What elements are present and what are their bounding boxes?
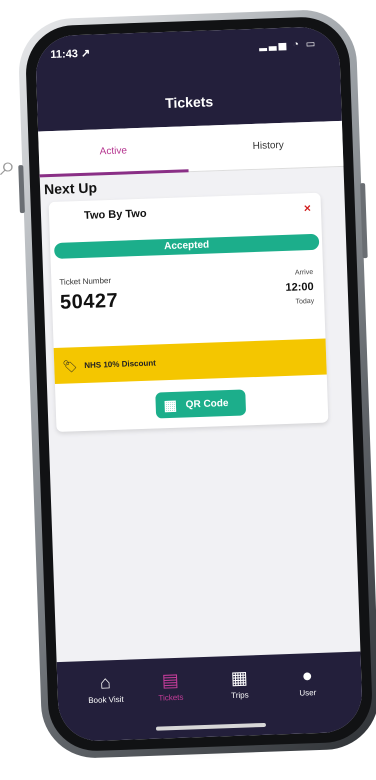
bottom-nav: ⌂ Book Visit ▤ Tickets ▦ Trips ● User (56, 651, 364, 743)
tab-active[interactable]: Active (38, 126, 188, 176)
nav-trips[interactable]: ▦ Trips (209, 667, 270, 701)
tab-history[interactable]: History (193, 121, 343, 171)
signal-icon: ▂▃▅ (258, 39, 289, 52)
ticket-icon: ▤ (161, 669, 180, 691)
nav-label: Book Visit (88, 694, 124, 706)
volume-button (18, 165, 25, 214)
nav-user[interactable]: ● User (277, 664, 338, 698)
venue-name: Two By Two (83, 207, 147, 222)
wifi-icon: ◔ (292, 39, 302, 51)
ticket-number: 50427 (59, 289, 119, 314)
close-icon[interactable]: × (304, 201, 311, 215)
arrive-label: Arrive (294, 268, 314, 277)
screen: 11:43 ↗ ▂▃▅ ◔ ▭ Tickets Active History N… (34, 25, 364, 743)
stage: ⌕ 11:43 ↗ ▂▃▅ ◔ ▭ Tickets Active History (0, 0, 376, 780)
discount-banner: 🏷 NHS 10% Discount (53, 338, 327, 385)
qr-code-label: QR Code (185, 397, 229, 411)
section-title: Next Up (43, 179, 98, 198)
nav-label: Trips (230, 690, 249, 701)
nav-book-visit[interactable]: ⌂ Book Visit (75, 671, 136, 705)
phone: 11:43 ↗ ▂▃▅ ◔ ▭ Tickets Active History N… (17, 8, 376, 760)
arrive-day: Today (295, 297, 315, 306)
venue-logo (55, 205, 78, 230)
discount-label: NHS 10% Discount (84, 358, 156, 370)
battery-icon: ▭ (305, 38, 318, 51)
home-indicator (155, 722, 267, 731)
user-icon: ● (301, 665, 314, 686)
phone-bezel: 11:43 ↗ ▂▃▅ ◔ ▭ Tickets Active History N… (24, 15, 374, 753)
ticket-number-label: Ticket Number (59, 276, 112, 287)
status-icons: ▂▃▅ ◔ ▭ (259, 39, 317, 52)
page-title: Tickets (164, 93, 214, 112)
qr-code-button[interactable]: ▦ QR Code (155, 389, 247, 419)
store-icon: ⌂ (99, 672, 112, 693)
tabs: Active History (38, 120, 344, 178)
qr-code-icon: ▦ (163, 396, 178, 414)
top-bar: 11:43 ↗ ▂▃▅ ◔ ▭ Tickets (34, 25, 342, 132)
nav-label: User (299, 688, 317, 698)
nav-label: Tickets (158, 692, 184, 703)
calendar-icon: ▦ (230, 667, 249, 689)
arrive-time: 12:00 (285, 280, 314, 294)
nav-tickets[interactable]: ▤ Tickets (140, 669, 201, 703)
status-badge: Accepted (53, 233, 320, 259)
ticket-card: Two By Two × Accepted Ticket Number 5042… (48, 192, 329, 432)
tag-icon: 🏷 (62, 359, 78, 374)
power-button (360, 183, 368, 259)
status-time: 11:43 ↗ (50, 47, 91, 61)
search-icon: ⌕ (0, 150, 16, 181)
